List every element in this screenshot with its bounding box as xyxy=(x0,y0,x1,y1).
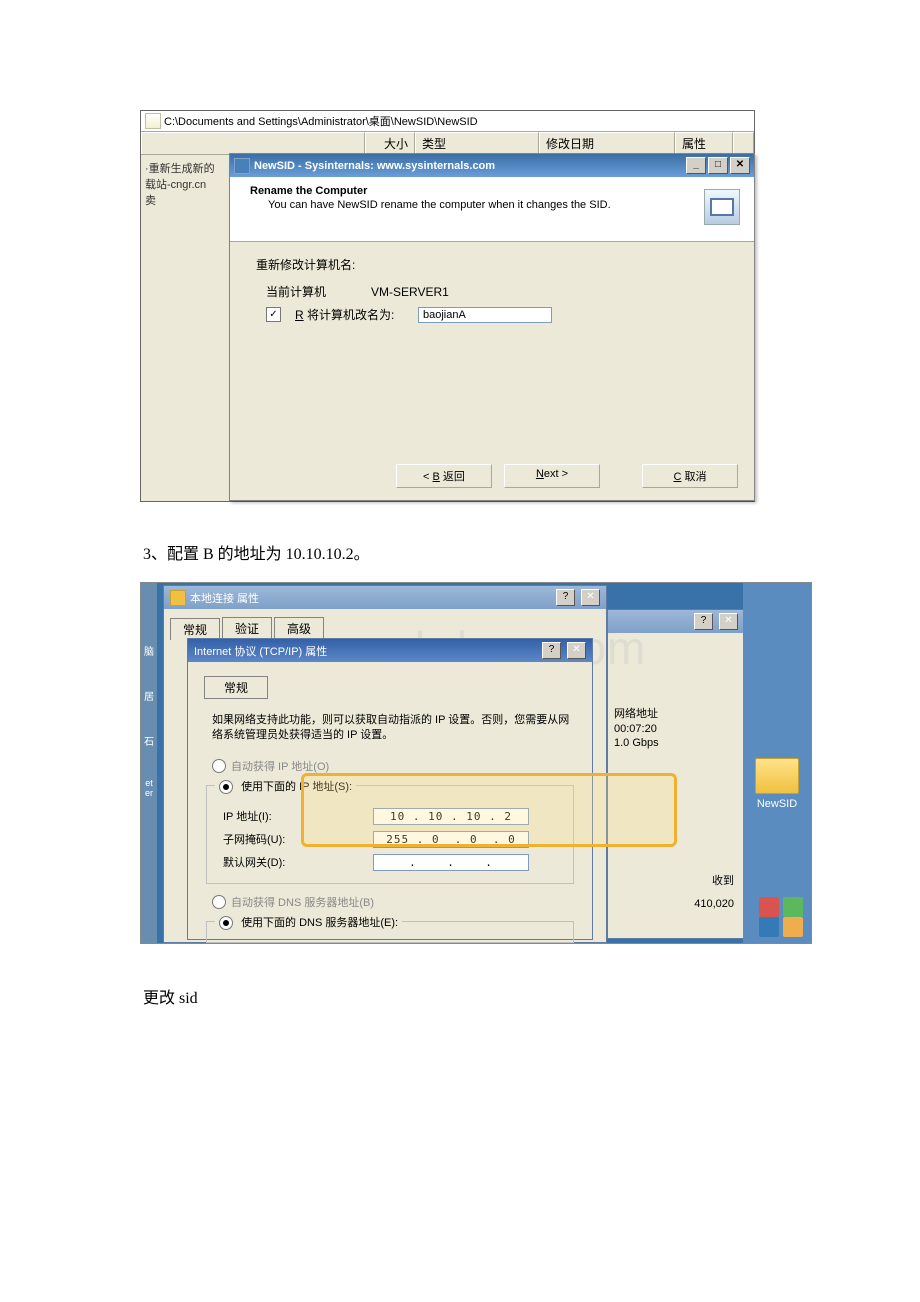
column-header[interactable]: 大小 类型 修改日期 属性 xyxy=(141,132,754,155)
wizard-titlebar[interactable]: NewSID - Sysinternals: www.sysinternals.… xyxy=(230,154,754,177)
gateway-input[interactable] xyxy=(373,854,529,871)
close-button[interactable]: ✕ xyxy=(567,642,586,659)
auto-dns-label: 自动获得 DNS 服务器地址(B) xyxy=(231,894,374,910)
mask-label: 子网掩码(U): xyxy=(223,831,373,847)
manual-dns-legend[interactable]: 使用下面的 DNS 服务器地址(E): xyxy=(215,914,402,930)
current-computer-value: VM-SERVER1 xyxy=(371,285,449,299)
wizard-subheading: You can have NewSID rename the computer … xyxy=(268,199,734,211)
current-computer-label: 当前计算机 xyxy=(266,283,361,300)
manual-ip-group: 使用下面的 IP 地址(S): IP 地址(I): 子网掩码(U): 默认网关(… xyxy=(206,778,574,884)
address-path: C:\Documents and Settings\Administrator\… xyxy=(164,113,478,129)
maximize-button[interactable]: □ xyxy=(708,157,728,174)
lan-title: 本地连接 属性 xyxy=(190,590,259,606)
col-attrs[interactable]: 属性 xyxy=(675,132,733,154)
lan-tabs: 常规 验证 高级 xyxy=(164,611,606,639)
newsid-wizard: NewSID - Sysinternals: www.sysinternals.… xyxy=(229,153,755,501)
manual-ip-legend[interactable]: 使用下面的 IP 地址(S): xyxy=(215,778,356,794)
gateway-label: 默认网关(D): xyxy=(223,854,373,870)
tcpip-title: Internet 协议 (TCP/IP) 属性 xyxy=(194,643,327,659)
folder-label: NewSID xyxy=(757,798,797,810)
computer-icon xyxy=(704,189,740,225)
explorer-side-text: ·重新生成新的 载站-cngr.cn 卖 xyxy=(141,156,237,212)
col-type[interactable]: 类型 xyxy=(415,132,539,154)
close-button[interactable]: ✕ xyxy=(581,589,600,606)
mac-value: 00:07:20 xyxy=(614,723,738,735)
auto-dns-row[interactable]: 自动获得 DNS 服务器地址(B) xyxy=(212,894,582,910)
wizard-header: Rename the Computer You can have NewSID … xyxy=(230,177,754,242)
section-label: 重新修改计算机名: xyxy=(256,256,728,273)
received-label: 收到 xyxy=(712,872,734,888)
footer-text: 更改 sid xyxy=(143,984,900,1008)
help-button[interactable]: ? xyxy=(542,642,561,659)
rename-row: R 将计算机改名为: xyxy=(266,306,728,323)
speed-value: 1.0 Gbps xyxy=(614,737,738,749)
radio-auto-dns[interactable] xyxy=(212,895,226,909)
rename-label: 将计算机改名为: xyxy=(307,308,394,322)
wizard-title: NewSID - Sysinternals: www.sysinternals.… xyxy=(254,160,495,172)
lan-titlebar[interactable]: 本地连接 属性 ? ✕ xyxy=(164,586,606,609)
radio-auto-ip[interactable] xyxy=(212,759,226,773)
ip-input[interactable] xyxy=(373,808,529,825)
status-window: ? ✕ 网络地址 00:07:20 1.0 Gbps 收到 410,020 xyxy=(607,609,745,939)
tab-general[interactable]: 常规 xyxy=(204,676,268,699)
tcpip-properties-window: Internet 协议 (TCP/IP) 属性 ? ✕ 常规 如果网络支持此功能… xyxy=(187,638,593,940)
tcpip-titlebar[interactable]: Internet 协议 (TCP/IP) 属性 ? ✕ xyxy=(188,639,592,662)
folder-icon xyxy=(145,113,161,129)
rename-input[interactable] xyxy=(418,307,552,323)
col-date[interactable]: 修改日期 xyxy=(539,132,675,154)
radio-manual-ip[interactable] xyxy=(219,780,233,794)
tab-general[interactable]: 常规 xyxy=(170,618,220,640)
received-bytes: 410,020 xyxy=(694,898,734,910)
auto-ip-row[interactable]: 自动获得 IP 地址(O) xyxy=(212,758,582,774)
col-size[interactable]: 大小 xyxy=(365,132,415,154)
left-edge: 脑居石eter xyxy=(141,583,157,943)
auto-ip-label: 自动获得 IP 地址(O) xyxy=(231,758,329,774)
windows-logo-icon xyxy=(757,895,805,939)
desktop-screenshot: 脑居石eter ? ✕ 网络地址 00:07:20 1.0 Gbps 收到 41… xyxy=(140,582,812,944)
explorer-window: C:\Documents and Settings\Administrator\… xyxy=(140,110,755,502)
back-button[interactable]: < B 返回 xyxy=(396,464,492,488)
radio-manual-dns[interactable] xyxy=(219,916,233,930)
current-computer-row: 当前计算机 VM-SERVER1 xyxy=(266,283,728,300)
manual-dns-group: 使用下面的 DNS 服务器地址(E): xyxy=(206,914,574,943)
hint-text: 如果网络支持此功能，则可以获取自动指派的 IP 设置。否则，您需要从网络系统管理… xyxy=(212,713,576,744)
step-text: 3、配置 B 的地址为 10.10.10.2。 xyxy=(143,540,900,564)
newsid-folder[interactable]: NewSID xyxy=(755,758,799,810)
cancel-button[interactable]: C 取消 xyxy=(642,464,738,488)
tab-auth[interactable]: 验证 xyxy=(222,617,272,639)
wizard-heading: Rename the Computer xyxy=(250,185,734,197)
mask-input[interactable] xyxy=(373,831,529,848)
minimize-button[interactable]: _ xyxy=(686,157,706,174)
next-button[interactable]: Next > xyxy=(504,464,600,488)
help-button[interactable]: ? xyxy=(556,589,575,606)
network-icon xyxy=(170,590,186,606)
close-button[interactable]: ✕ xyxy=(719,613,738,630)
net-address-label: 网络地址 xyxy=(614,705,738,721)
app-icon xyxy=(234,158,250,174)
help-button[interactable]: ? xyxy=(694,613,713,630)
close-button[interactable]: ✕ xyxy=(730,157,750,174)
tab-advanced[interactable]: 高级 xyxy=(274,617,324,639)
rename-checkbox[interactable] xyxy=(266,307,281,322)
folder-icon xyxy=(755,758,799,794)
ip-label: IP 地址(I): xyxy=(223,808,373,824)
address-bar[interactable]: C:\Documents and Settings\Administrator\… xyxy=(141,111,754,132)
network-info: 网络地址 00:07:20 1.0 Gbps xyxy=(608,699,744,755)
